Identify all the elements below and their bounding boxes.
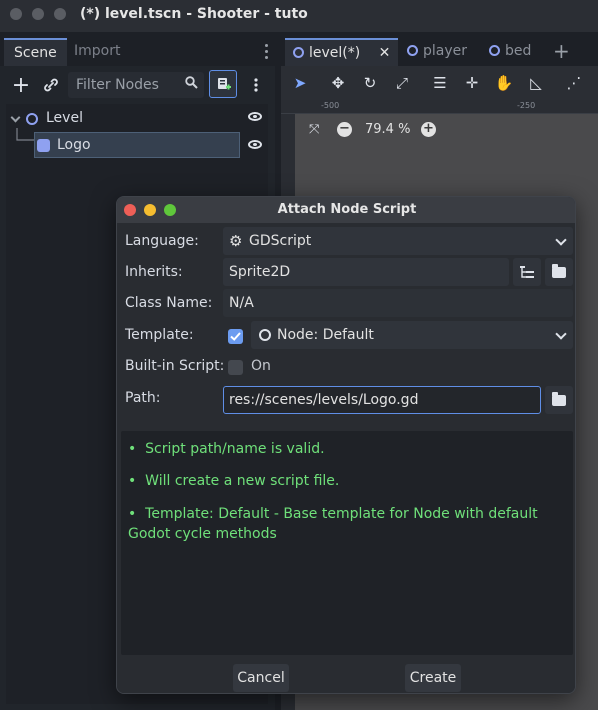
tree-item-logo[interactable]: Logo <box>34 132 240 158</box>
template-label: Template: <box>125 327 194 343</box>
attach-script-dialog: Attach Node Script Language: ⚙ GDScript … <box>116 196 576 694</box>
filter-nodes-input[interactable] <box>68 72 178 98</box>
language-label: Language: <box>125 233 199 249</box>
create-button[interactable]: Create <box>405 664 461 692</box>
inherits-browse-button[interactable] <box>545 258 573 286</box>
zoom-reset-icon[interactable]: ⤧ <box>309 122 319 137</box>
tab-player[interactable]: player <box>407 38 467 66</box>
node-icon <box>293 47 304 58</box>
select-tool-icon[interactable]: ➤ <box>289 72 311 94</box>
visibility-eye-icon[interactable] <box>248 112 262 121</box>
zoom-level[interactable]: 79.4 % <box>365 122 410 137</box>
window-zoom-button[interactable] <box>54 8 66 20</box>
list-select-icon[interactable]: ☰ <box>429 72 451 94</box>
checkmark-icon <box>230 332 241 341</box>
folder-icon <box>552 263 566 278</box>
dock-tabs: Scene Import <box>0 36 275 66</box>
builtin-on-label: On <box>251 358 271 374</box>
scene-tabs: level(*) ✕ player bed + <box>281 36 598 66</box>
close-tab-icon[interactable]: ✕ <box>379 45 391 61</box>
horizontal-ruler: -500 -250 <box>281 100 598 114</box>
pan-tool-icon[interactable]: ✋ <box>493 72 515 94</box>
template-checkbox[interactable] <box>228 329 243 344</box>
collapse-arrow-icon[interactable] <box>10 112 21 123</box>
folder-icon <box>552 391 566 406</box>
builtin-label: Built-in Script: <box>125 358 225 374</box>
move-tool-icon[interactable]: ✥ <box>327 72 349 94</box>
pivot-tool-icon[interactable]: ✛ <box>461 72 483 94</box>
tree-connector <box>16 128 34 141</box>
ruler-tool-icon[interactable]: ◺ <box>525 72 547 94</box>
inherits-tree-button[interactable] <box>513 258 541 286</box>
window-titlebar: (*) level.tscn - Shooter - tuto <box>0 0 598 32</box>
class-name-field: N/A <box>223 289 573 317</box>
script-add-icon <box>218 78 231 90</box>
canvas-toolbar: ➤ ✥ ↻ ⤢ ☰ ✛ ✋ ◺ ⋰ <box>281 68 598 98</box>
tab-level[interactable]: level(*) ✕ <box>285 38 399 66</box>
add-tab-button[interactable]: + <box>553 38 570 66</box>
chevron-down-icon <box>555 328 567 340</box>
class-tree-icon <box>520 266 534 278</box>
zoom-out-button[interactable]: − <box>337 122 352 137</box>
path-label: Path: <box>125 390 161 406</box>
inherits-field[interactable]: Sprite2D <box>223 258 509 286</box>
tree-item-label: Level <box>46 110 83 126</box>
visibility-eye-icon[interactable] <box>248 140 262 149</box>
scale-tool-icon[interactable]: ⤢ <box>391 72 413 94</box>
path-browse-button[interactable] <box>545 386 573 414</box>
message-item: • Template: Default - Base template for … <box>128 506 538 542</box>
zoom-in-button[interactable]: + <box>421 122 436 137</box>
gear-icon: ⚙ <box>229 232 243 250</box>
dock-menu-icon[interactable] <box>265 44 269 62</box>
snap-options-icon[interactable]: ⋰ <box>563 72 585 94</box>
tab-import[interactable]: Import <box>64 38 130 66</box>
message-item: • Script path/name is valid. <box>128 441 325 457</box>
dialog-body: Language: ⚙ GDScript Inherits: Sprite2D … <box>117 223 575 693</box>
dialog-titlebar: Attach Node Script <box>117 197 575 223</box>
chevron-down-icon <box>555 234 567 246</box>
search-icon <box>185 76 198 93</box>
node-icon <box>259 329 271 341</box>
add-node-icon[interactable]: + <box>8 72 34 98</box>
path-field[interactable] <box>223 386 541 414</box>
tree-item-level[interactable]: Level <box>6 106 268 132</box>
class-name-label: Class Name: <box>125 295 213 311</box>
dialog-title: Attach Node Script <box>277 202 417 217</box>
language-select[interactable]: ⚙ GDScript <box>223 227 573 255</box>
more-options-icon[interactable] <box>243 72 269 98</box>
link-icon[interactable] <box>38 72 64 98</box>
message-item: • Will create a new script file. <box>128 473 340 489</box>
validation-messages: • Script path/name is valid. • Will crea… <box>121 431 573 655</box>
rotate-tool-icon[interactable]: ↻ <box>359 72 381 94</box>
window-title: (*) level.tscn - Shooter - tuto <box>80 6 308 22</box>
window-close-button[interactable] <box>10 8 22 20</box>
path-input[interactable] <box>224 387 540 413</box>
cancel-button[interactable]: Cancel <box>233 664 289 692</box>
filter-nodes-field[interactable] <box>68 72 204 98</box>
tree-item-label: Logo <box>57 137 91 153</box>
template-select[interactable]: Node: Default <box>251 321 573 349</box>
builtin-checkbox[interactable] <box>228 360 243 375</box>
attach-script-button[interactable] <box>209 70 237 98</box>
inherits-label: Inherits: <box>125 264 183 280</box>
tab-scene[interactable]: Scene <box>4 38 67 66</box>
node-icon <box>26 113 38 125</box>
node-icon <box>489 45 500 56</box>
window-minimize-button[interactable] <box>32 8 44 20</box>
sprite2d-icon <box>37 139 50 152</box>
tab-bed[interactable]: bed <box>489 38 531 66</box>
node-icon <box>407 45 418 56</box>
scene-toolbar: + <box>0 70 275 100</box>
